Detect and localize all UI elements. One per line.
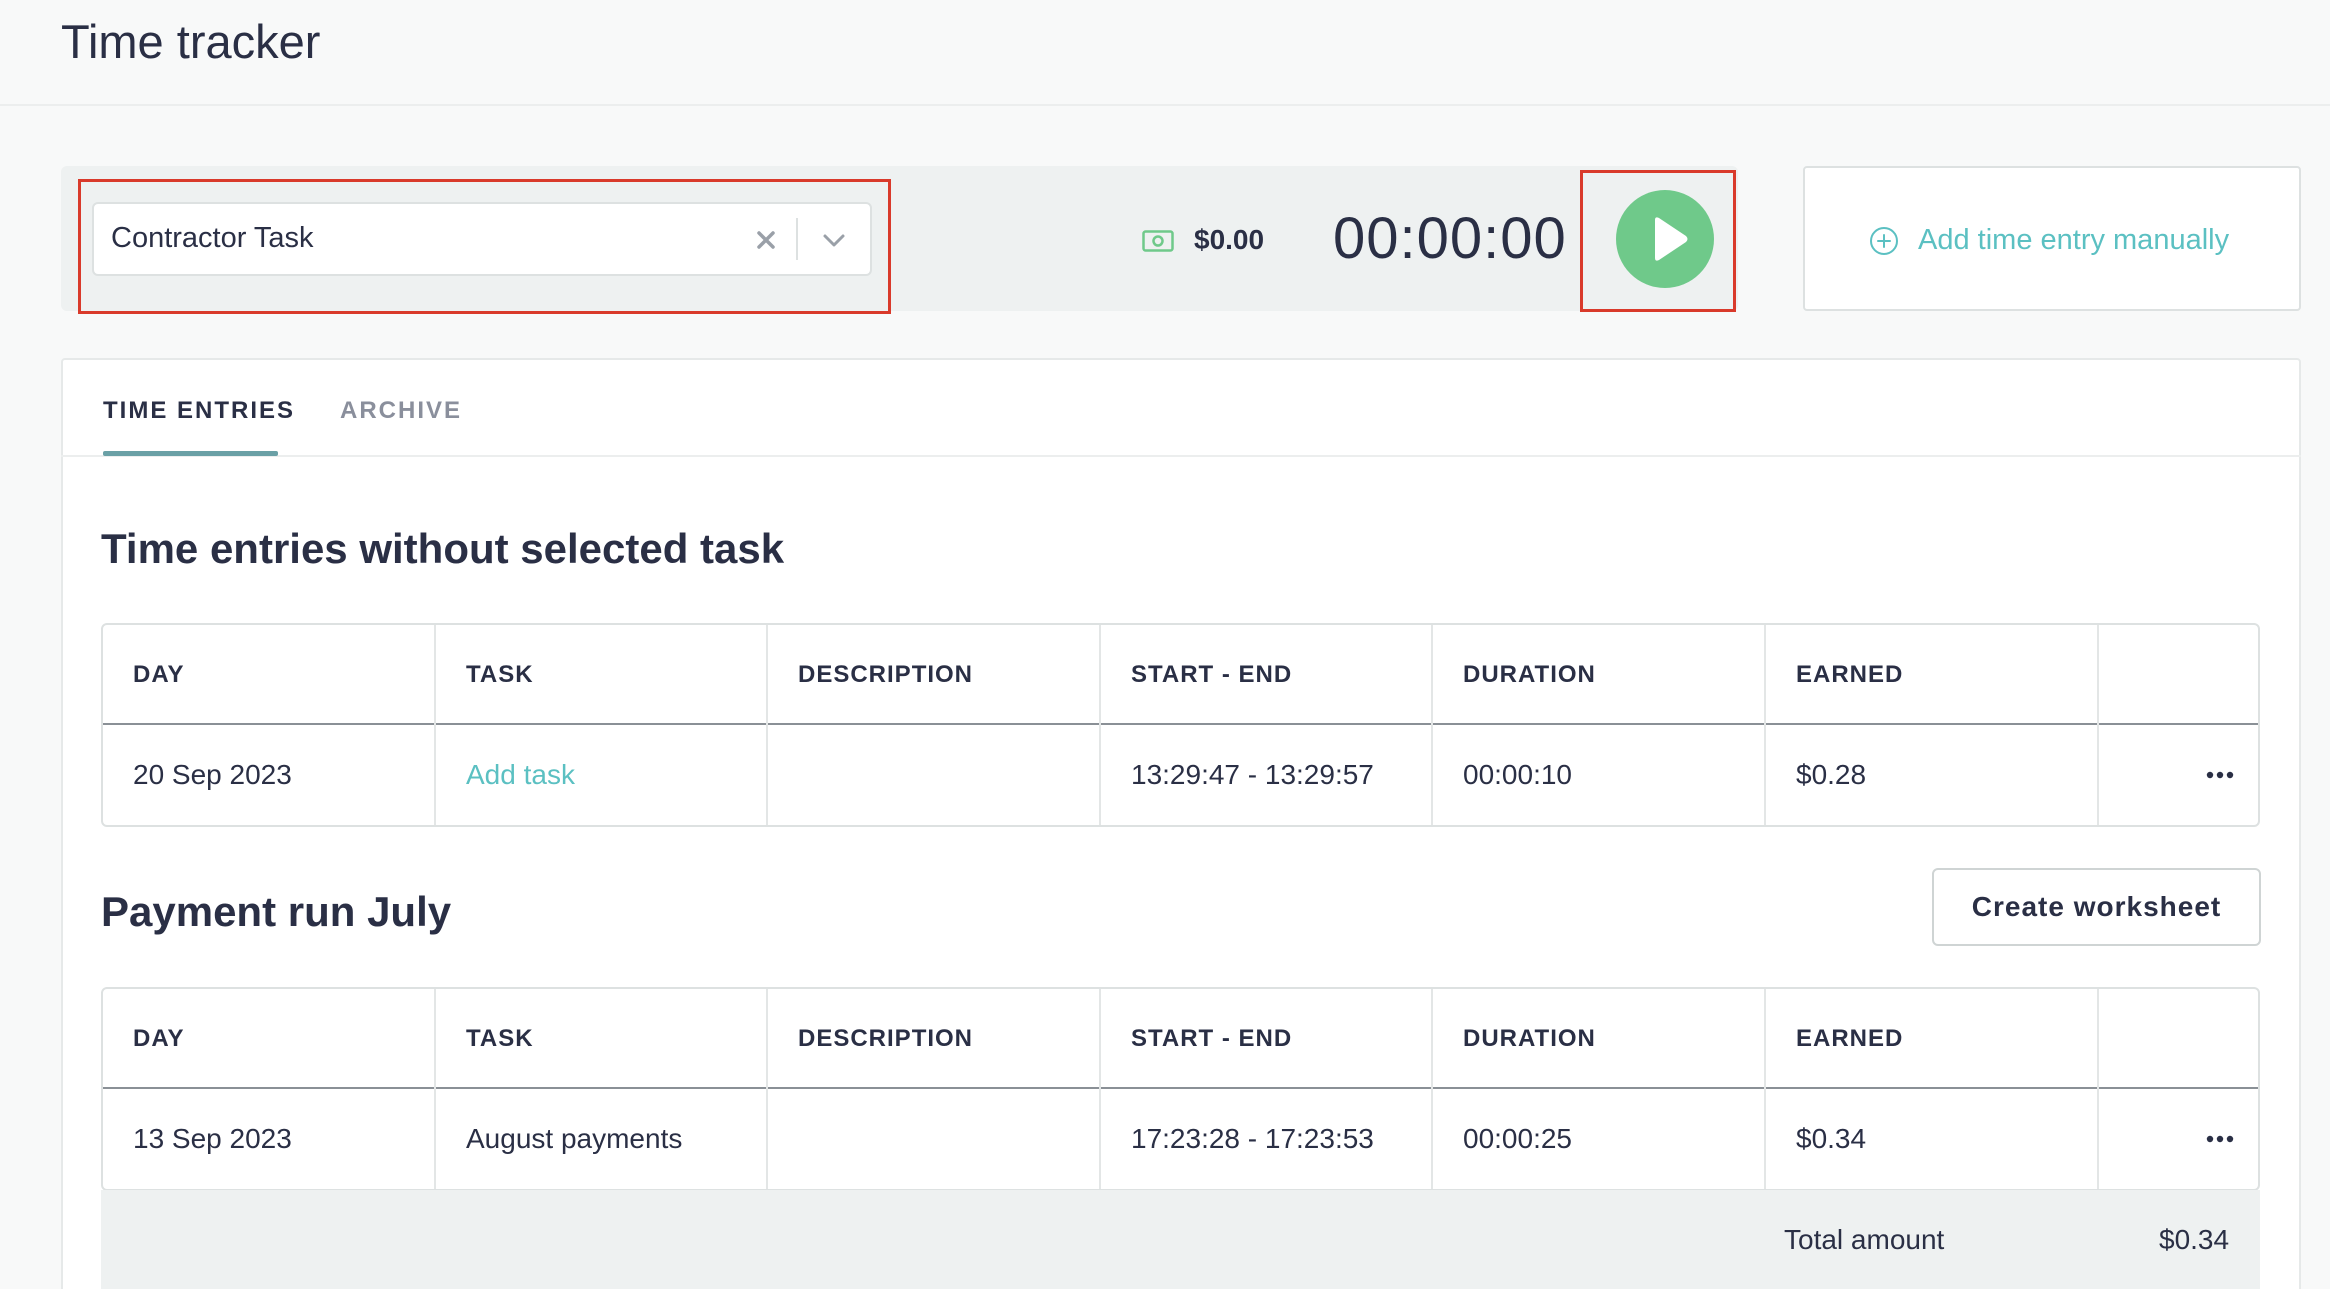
task-select-value: Contractor Task	[111, 222, 314, 254]
column-header-earned: EARNED	[1766, 625, 2099, 725]
create-worksheet-button[interactable]: Create worksheet	[1932, 868, 2261, 946]
timer-display: 00:00:00	[1333, 206, 1567, 271]
plus-circle-icon	[1870, 227, 1898, 255]
add-task-link[interactable]: Add task	[436, 725, 768, 825]
total-amount-value: $0.34	[2159, 1224, 2230, 1255]
table-header: DAY TASK DESCRIPTION START - END DURATIO…	[103, 625, 2258, 725]
row-actions	[2099, 725, 2258, 825]
tab-archive[interactable]: ARCHIVE	[340, 397, 462, 425]
column-header-day: DAY	[103, 625, 436, 725]
column-header-duration: DURATION	[1433, 625, 1766, 725]
more-options-icon[interactable]	[2206, 1135, 2234, 1143]
total-amount-label: Total amount	[1784, 1224, 1945, 1255]
page-header: Time tracker	[0, 0, 2330, 106]
column-header-description: DESCRIPTION	[768, 625, 1101, 725]
column-header-earned: EARNED	[1766, 989, 2099, 1089]
money-icon	[1142, 230, 1174, 252]
unassigned-entries-table: DAY TASK DESCRIPTION START - END DURATIO…	[101, 623, 2260, 827]
timer-earned-amount: $0.00	[1194, 224, 1265, 255]
page-title: Time tracker	[61, 15, 321, 68]
table-row: 13 Sep 2023 August payments 17:23:28 - 1…	[103, 1089, 2258, 1189]
select-divider	[796, 218, 798, 260]
column-header-day: DAY	[103, 989, 436, 1089]
add-time-entry-manually-button[interactable]: Add time entry manually	[1803, 166, 2301, 311]
cell-start-end: 17:23:28 - 17:23:53	[1101, 1089, 1433, 1189]
column-header-description: DESCRIPTION	[768, 989, 1101, 1089]
play-icon	[1655, 217, 1688, 261]
cell-day: 13 Sep 2023	[103, 1089, 436, 1189]
cell-duration: 00:00:25	[1433, 1089, 1766, 1189]
column-header-start-end: START - END	[1101, 625, 1433, 725]
row-actions	[2099, 1089, 2258, 1189]
cell-description[interactable]	[768, 725, 1101, 825]
cell-earned: $0.28	[1766, 725, 2099, 825]
cell-task: August payments	[436, 1089, 768, 1189]
add-time-entry-manually-label: Add time entry manually	[1918, 224, 2230, 256]
cell-start-end: 13:29:47 - 13:29:57	[1101, 725, 1433, 825]
chevron-down-icon[interactable]	[820, 228, 848, 252]
column-header-start-end: START - END	[1101, 989, 1433, 1089]
active-tab-indicator	[103, 451, 278, 456]
cell-duration: 00:00:10	[1433, 725, 1766, 825]
start-timer-button[interactable]	[1616, 190, 1714, 288]
column-header-task: TASK	[436, 989, 768, 1089]
table-header: DAY TASK DESCRIPTION START - END DURATIO…	[103, 989, 2258, 1089]
cell-earned: $0.34	[1766, 1089, 2099, 1189]
payment-run-table: DAY TASK DESCRIPTION START - END DURATIO…	[101, 987, 2260, 1191]
more-options-icon[interactable]	[2206, 771, 2234, 779]
tab-time-entries[interactable]: TIME ENTRIES	[103, 397, 295, 425]
column-header-task: TASK	[436, 625, 768, 725]
cell-description[interactable]	[768, 1089, 1101, 1189]
task-select[interactable]: Contractor Task	[92, 202, 872, 276]
table-row: 20 Sep 2023 Add task 13:29:47 - 13:29:57…	[103, 725, 2258, 825]
column-header-actions	[2099, 625, 2258, 725]
column-header-actions	[2099, 989, 2258, 1089]
section-title-payment-run: Payment run July	[101, 888, 452, 935]
column-header-duration: DURATION	[1433, 989, 1766, 1089]
tabs-divider	[61, 455, 2301, 457]
cell-day: 20 Sep 2023	[103, 725, 436, 825]
clear-icon[interactable]	[752, 226, 780, 254]
section-title-unassigned: Time entries without selected task	[101, 525, 785, 572]
